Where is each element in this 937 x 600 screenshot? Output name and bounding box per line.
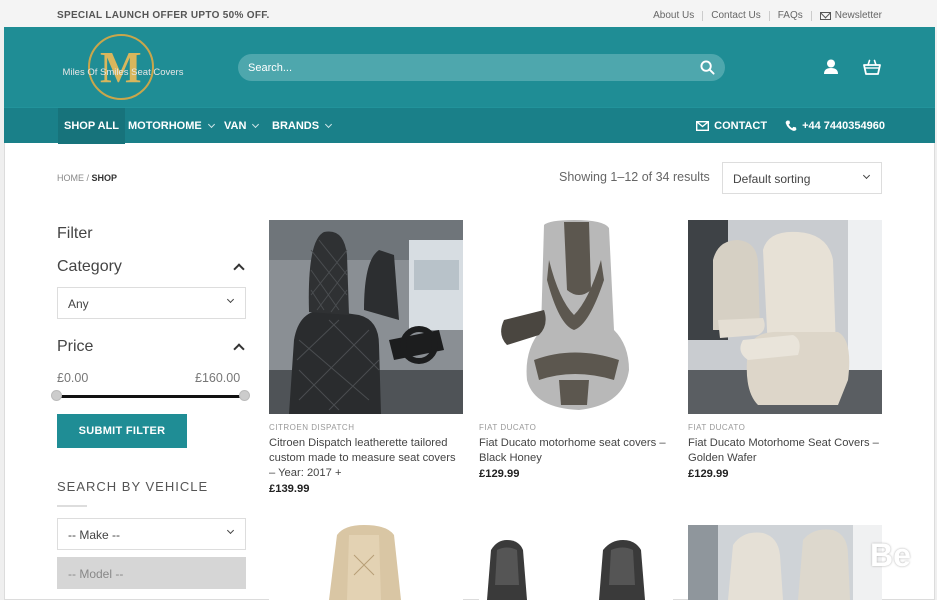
breadcrumb-home[interactable]: HOME [57, 173, 84, 183]
product-card[interactable]: FIAT DUCATO Fiat Ducato Motorhome Seat C… [688, 220, 882, 480]
product-price: £129.99 [688, 468, 729, 480]
search-input[interactable] [248, 54, 688, 81]
account-icon[interactable] [821, 57, 841, 77]
search-by-vehicle-title: SEARCH BY VEHICLE [57, 479, 209, 494]
mail-icon [696, 121, 710, 131]
nav-motorhome[interactable]: MOTORHOME [122, 108, 220, 144]
chevron-down-icon [207, 120, 215, 129]
top-links: About Us Contact Us FAQs Newsletter [653, 10, 882, 21]
mail-icon [819, 11, 831, 20]
site-header: M Miles Of Smiles Seat Covers [4, 27, 935, 107]
price-min: £0.00 [57, 371, 89, 385]
phone-icon [785, 120, 797, 131]
product-photo [688, 220, 882, 414]
product-image[interactable] [688, 220, 882, 414]
product-photo [688, 525, 882, 600]
breadcrumb: HOME / SHOP [57, 173, 117, 183]
sort-select[interactable]: Default sorting [722, 162, 882, 194]
nav-brands[interactable]: BRANDS [266, 108, 337, 144]
price-slider-track [57, 395, 245, 398]
make-value: -- Make -- [68, 528, 120, 542]
search-bar [238, 54, 725, 81]
nav-shop-all[interactable]: SHOP ALL [58, 108, 126, 144]
product-image[interactable] [269, 525, 463, 600]
submit-filter-button[interactable]: SUBMIT FILTER [57, 414, 187, 448]
top-bar: SPECIAL LAUNCH OFFER UPTO 50% OFF. About… [0, 0, 937, 30]
product-card[interactable]: FIAT DUCATO Fiat Ducato motorhome seat c… [479, 220, 673, 480]
product-image[interactable] [269, 220, 463, 414]
chevron-down-icon [325, 120, 333, 129]
nav-contact[interactable]: CONTACT [696, 120, 767, 132]
price-slider-min-handle[interactable] [51, 390, 62, 401]
product-card[interactable]: CITROEN DISPATCH Citroen Dispatch leathe… [269, 220, 463, 495]
divider [57, 505, 87, 507]
model-select[interactable]: -- Model -- [57, 557, 246, 589]
divider [810, 10, 812, 21]
phone-number: +44 7440354960 [802, 120, 885, 132]
nav-phone[interactable]: +44 7440354960 [785, 120, 885, 132]
newsletter-link[interactable]: Newsletter [835, 10, 882, 21]
product-category[interactable]: FIAT DUCATO [688, 423, 882, 432]
sort-value: Default sorting [733, 172, 811, 186]
chevron-down-icon [252, 120, 260, 129]
nav-right: CONTACT +44 7440354960 [696, 108, 885, 144]
divider [768, 10, 770, 21]
price-slider-max-handle[interactable] [239, 390, 250, 401]
chevron-down-icon [226, 295, 235, 304]
product-image[interactable] [688, 525, 882, 600]
category-title[interactable]: Category [57, 258, 122, 276]
about-us-link[interactable]: About Us [653, 10, 694, 21]
site-logo[interactable]: M Miles Of Smiles Seat Covers [58, 34, 188, 100]
product-name[interactable]: Citroen Dispatch leatherette tailored cu… [269, 436, 463, 481]
chevron-down-icon [226, 526, 235, 535]
product-photo [269, 525, 463, 600]
nav-label: MOTORHOME [128, 120, 202, 132]
product-image[interactable] [479, 525, 673, 600]
chevron-down-icon [862, 171, 871, 180]
price-title[interactable]: Price [57, 338, 93, 356]
search-icon[interactable] [700, 60, 715, 75]
offer-text: SPECIAL LAUNCH OFFER UPTO 50% OFF. [57, 10, 270, 21]
main-nav: SHOP ALL MOTORHOME VAN BRANDS CONTACT +4… [4, 107, 935, 144]
faqs-link[interactable]: FAQs [778, 10, 803, 21]
product-photo [479, 525, 673, 600]
divider [702, 10, 704, 21]
filter-title: Filter [57, 225, 93, 242]
product-name[interactable]: Fiat Ducato Motorhome Seat Covers – Gold… [688, 436, 882, 466]
price-max: £160.00 [195, 371, 241, 385]
logo-text: Miles Of Smiles Seat Covers [62, 67, 184, 78]
nav-van[interactable]: VAN [218, 108, 264, 144]
contact-us-link[interactable]: Contact Us [711, 10, 760, 21]
product-price: £129.99 [479, 468, 520, 480]
make-select[interactable]: -- Make -- [57, 518, 246, 550]
product-photo [479, 220, 673, 414]
breadcrumb-sep: / [86, 173, 90, 183]
category-value: Any [68, 297, 89, 311]
results-count: Showing 1–12 of 34 results [559, 170, 710, 184]
nav-label: VAN [224, 120, 247, 132]
watermark-logo: Be [870, 537, 911, 573]
product-category[interactable]: CITROEN DISPATCH [269, 423, 463, 432]
contact-label: CONTACT [714, 120, 768, 132]
product-category[interactable]: FIAT DUCATO [479, 423, 673, 432]
nav-label: SHOP ALL [64, 120, 120, 132]
product-price: £139.99 [269, 483, 310, 495]
model-value: -- Model -- [68, 567, 124, 581]
product-name[interactable]: Fiat Ducato motorhome seat covers – Blac… [479, 436, 673, 466]
product-photo [269, 220, 463, 414]
cart-icon[interactable] [862, 57, 882, 77]
nav-label: BRANDS [272, 120, 320, 132]
breadcrumb-current: SHOP [91, 173, 118, 183]
category-select[interactable]: Any [57, 287, 246, 319]
product-image[interactable] [479, 220, 673, 414]
